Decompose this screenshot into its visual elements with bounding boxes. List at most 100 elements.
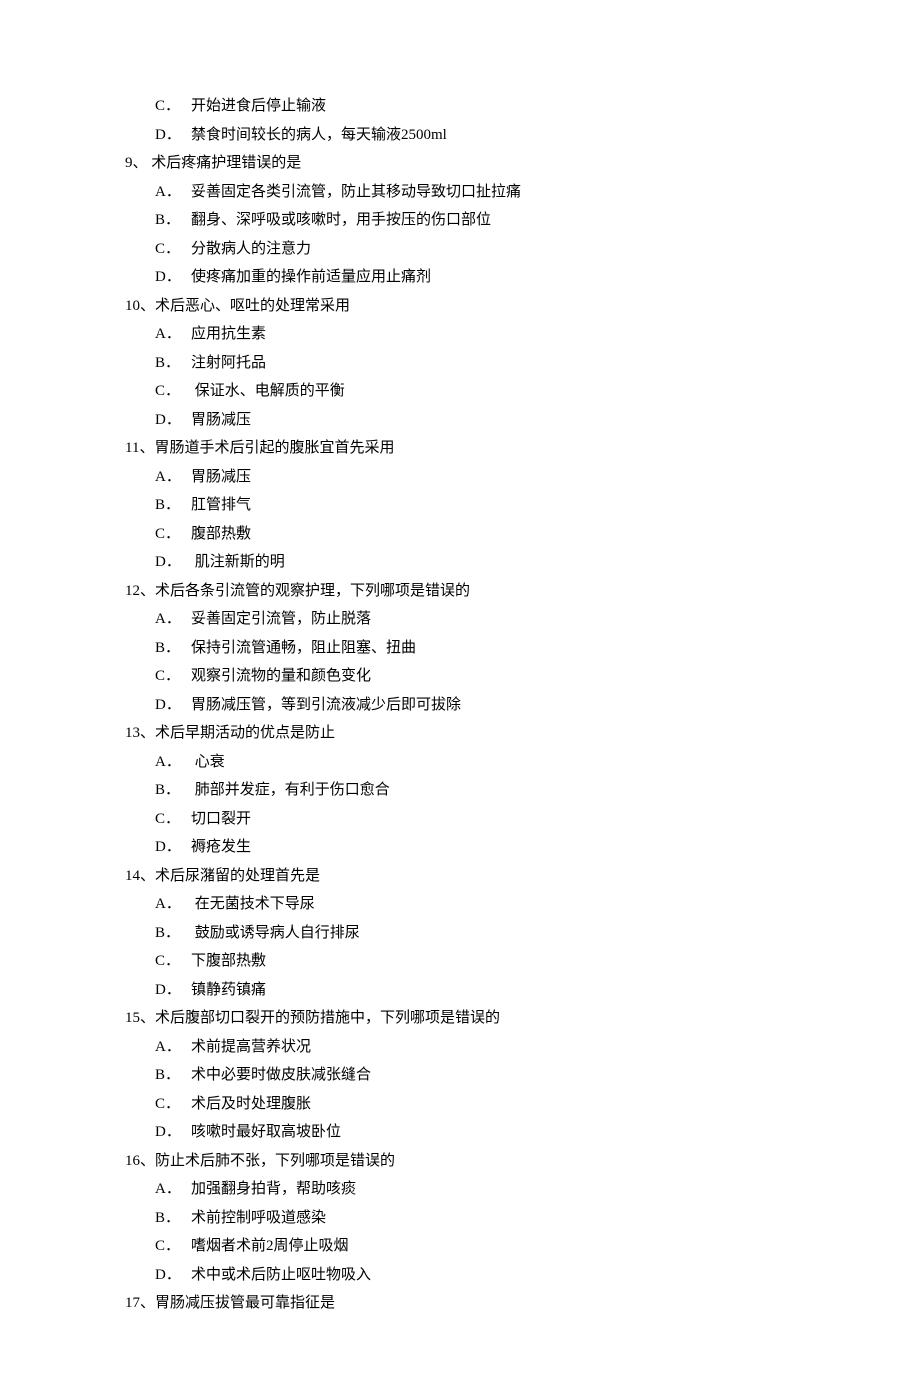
answer-option: D．胃肠减压管，等到引流液减少后即可拔除 <box>125 691 795 720</box>
option-text: 术前控制呼吸道感染 <box>191 1210 326 1226</box>
option-text: 肺部并发症，有利于伤口愈合 <box>191 782 390 798</box>
answer-option: A． 在无菌技术下导尿 <box>125 890 795 919</box>
answer-option: C．嗜烟者术前2周停止吸烟 <box>125 1232 795 1261</box>
option-text: 禁食时间较长的病人，每天输液2500ml <box>191 127 447 143</box>
option-text: 使疼痛加重的操作前适量应用止痛剂 <box>191 269 431 285</box>
answer-option: A．妥善固定各类引流管，防止其移动导致切口扯拉痛 <box>125 178 795 207</box>
option-text: 注射阿托品 <box>191 355 266 371</box>
option-text: 胃肠减压 <box>191 412 251 428</box>
question-text: 10、术后恶心、呕吐的处理常采用 <box>125 292 795 321</box>
option-letter: B． <box>155 1061 191 1090</box>
answer-option: B．术前控制呼吸道感染 <box>125 1204 795 1233</box>
option-letter: A． <box>155 463 191 492</box>
answer-option: D．褥疮发生 <box>125 833 795 862</box>
option-text: 术中必要时做皮肤减张缝合 <box>191 1067 371 1083</box>
option-text: 保持引流管通畅，阻止阻塞、扭曲 <box>191 640 416 656</box>
answer-option: C．分散病人的注意力 <box>125 235 795 264</box>
answer-option: B． 肺部并发症，有利于伤口愈合 <box>125 776 795 805</box>
answer-option: A．妥善固定引流管，防止脱落 <box>125 605 795 634</box>
option-letter: B． <box>155 634 191 663</box>
option-text: 应用抗生素 <box>191 326 266 342</box>
option-text: 妥善固定各类引流管，防止其移动导致切口扯拉痛 <box>191 184 521 200</box>
option-text: 加强翻身拍背，帮助咳痰 <box>191 1181 356 1197</box>
option-letter: A． <box>155 1033 191 1062</box>
option-letter: D． <box>155 833 191 862</box>
option-text: 翻身、深呼吸或咳嗽时，用手按压的伤口部位 <box>191 212 491 228</box>
option-letter: B． <box>155 491 191 520</box>
option-letter: B． <box>155 919 191 948</box>
answer-option: D．咳嗽时最好取高坡卧位 <box>125 1118 795 1147</box>
option-text: 鼓励或诱导病人自行排尿 <box>191 925 360 941</box>
option-text: 术中或术后防止呕吐物吸入 <box>191 1267 371 1283</box>
answer-option: B．术中必要时做皮肤减张缝合 <box>125 1061 795 1090</box>
answer-option: A．应用抗生素 <box>125 320 795 349</box>
answer-option: C．下腹部热敷 <box>125 947 795 976</box>
answer-option: A．术前提高营养状况 <box>125 1033 795 1062</box>
question-text: 11、胃肠道手术后引起的腹胀宜首先采用 <box>125 434 795 463</box>
answer-option: B．保持引流管通畅，阻止阻塞、扭曲 <box>125 634 795 663</box>
answer-option: B．肛管排气 <box>125 491 795 520</box>
option-text: 咳嗽时最好取高坡卧位 <box>191 1124 341 1140</box>
answer-option: B．翻身、深呼吸或咳嗽时，用手按压的伤口部位 <box>125 206 795 235</box>
question-text: 16、防止术后肺不张，下列哪项是错误的 <box>125 1147 795 1176</box>
option-letter: D． <box>155 691 191 720</box>
answer-option: B．注射阿托品 <box>125 349 795 378</box>
option-letter: B． <box>155 1204 191 1233</box>
option-letter: D． <box>155 1118 191 1147</box>
option-letter: D． <box>155 1261 191 1290</box>
option-letter: C． <box>155 1232 191 1261</box>
option-text: 分散病人的注意力 <box>191 241 311 257</box>
option-letter: C． <box>155 662 191 691</box>
option-letter: D． <box>155 263 191 292</box>
answer-option: A．加强翻身拍背，帮助咳痰 <box>125 1175 795 1204</box>
option-letter: A． <box>155 1175 191 1204</box>
option-letter: C． <box>155 377 191 406</box>
option-letter: A． <box>155 748 191 777</box>
option-letter: C． <box>155 947 191 976</box>
option-text: 腹部热敷 <box>191 526 251 542</box>
question-text: 13、术后早期活动的优点是防止 <box>125 719 795 748</box>
option-text: 胃肠减压管，等到引流液减少后即可拔除 <box>191 697 461 713</box>
option-text: 心衰 <box>191 754 225 770</box>
question-text: 12、术后各条引流管的观察护理，下列哪项是错误的 <box>125 577 795 606</box>
option-letter: A． <box>155 320 191 349</box>
answer-option: A． 心衰 <box>125 748 795 777</box>
option-text: 肛管排气 <box>191 497 251 513</box>
option-text: 保证水、电解质的平衡 <box>191 383 345 399</box>
option-letter: D． <box>155 976 191 1005</box>
option-text: 观察引流物的量和颜色变化 <box>191 668 371 684</box>
answer-option: C．观察引流物的量和颜色变化 <box>125 662 795 691</box>
option-text: 切口裂开 <box>191 811 251 827</box>
question-text: 14、术后尿潴留的处理首先是 <box>125 862 795 891</box>
option-letter: C． <box>155 1090 191 1119</box>
answer-option: D．镇静药镇痛 <box>125 976 795 1005</box>
option-text: 术后及时处理腹胀 <box>191 1096 311 1112</box>
option-text: 肌注新斯的明 <box>191 554 285 570</box>
option-text: 妥善固定引流管，防止脱落 <box>191 611 371 627</box>
option-letter: D． <box>155 548 191 577</box>
answer-option: C． 保证水、电解质的平衡 <box>125 377 795 406</box>
answer-option: D．胃肠减压 <box>125 406 795 435</box>
option-letter: A． <box>155 178 191 207</box>
answer-option: C．切口裂开 <box>125 805 795 834</box>
question-text: 17、胃肠减压拔管最可靠指征是 <box>125 1289 795 1318</box>
answer-option: D． 肌注新斯的明 <box>125 548 795 577</box>
option-letter: A． <box>155 890 191 919</box>
option-text: 术前提高营养状况 <box>191 1039 311 1055</box>
answer-option: A．胃肠减压 <box>125 463 795 492</box>
answer-option: C．开始进食后停止输液 <box>125 92 795 121</box>
option-letter: A． <box>155 605 191 634</box>
option-text: 褥疮发生 <box>191 839 251 855</box>
option-text: 在无菌技术下导尿 <box>191 896 315 912</box>
option-letter: B． <box>155 776 191 805</box>
answer-option: C．术后及时处理腹胀 <box>125 1090 795 1119</box>
option-letter: B． <box>155 349 191 378</box>
answer-option: B． 鼓励或诱导病人自行排尿 <box>125 919 795 948</box>
option-text: 下腹部热敷 <box>191 953 266 969</box>
answer-option: D．术中或术后防止呕吐物吸入 <box>125 1261 795 1290</box>
option-text: 开始进食后停止输液 <box>191 98 326 114</box>
option-text: 嗜烟者术前2周停止吸烟 <box>191 1238 349 1254</box>
option-letter: C． <box>155 520 191 549</box>
answer-option: C．腹部热敷 <box>125 520 795 549</box>
option-letter: C． <box>155 92 191 121</box>
